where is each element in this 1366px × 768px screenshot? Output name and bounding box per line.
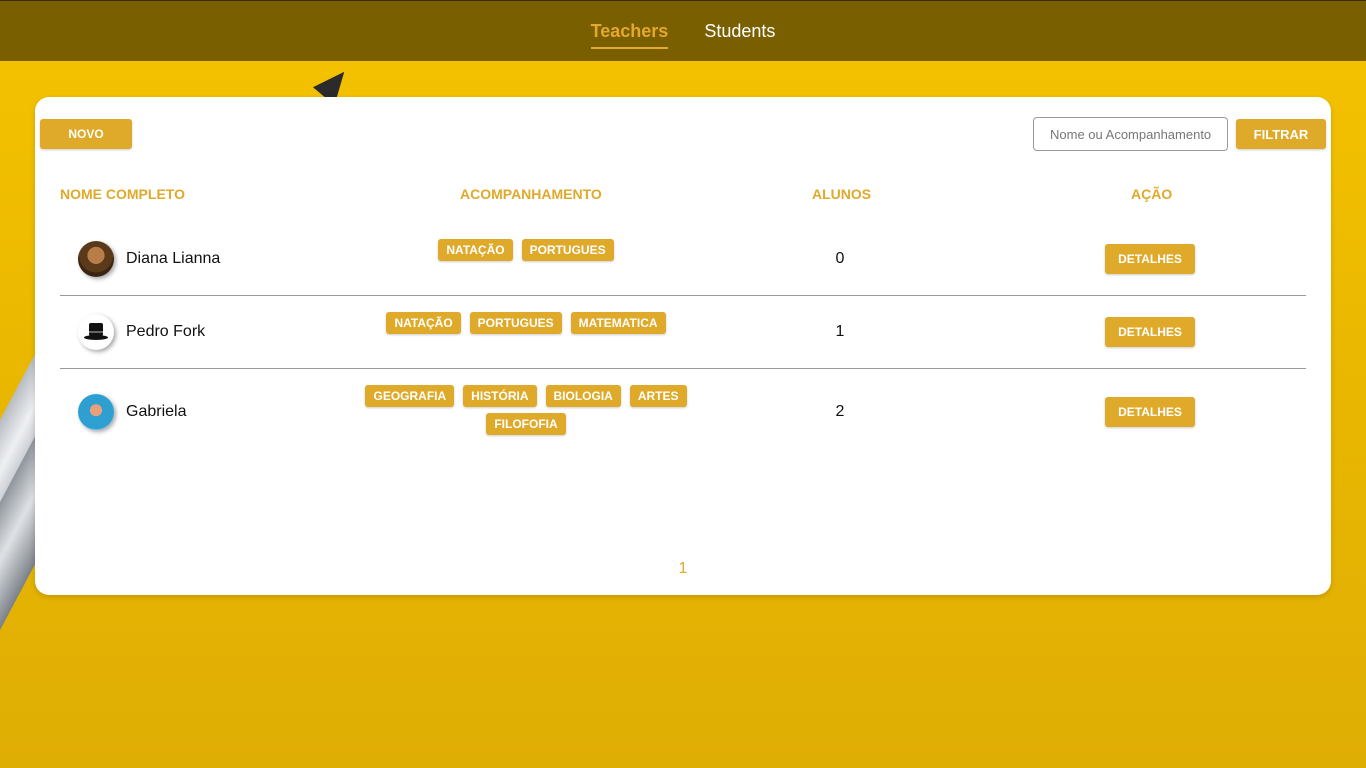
table-row: Pedro Fork NATAÇÃO PORTUGUES MATEMATICA … — [60, 296, 1306, 369]
pagination: 1 — [35, 560, 1331, 578]
subject-tag: MATEMATICA — [570, 312, 666, 334]
table-row: Gabriela GEOGRAFIA HISTÓRIA BIOLOGIA ART… — [60, 369, 1306, 456]
subject-tag: BIOLOGIA — [545, 385, 621, 407]
teacher-name: Gabriela — [126, 403, 187, 420]
filter-input[interactable] — [1033, 117, 1228, 151]
subject-tag: ARTES — [629, 385, 687, 407]
avatar — [78, 241, 114, 277]
student-count: 2 — [835, 403, 845, 420]
teacher-name: Pedro Fork — [126, 323, 206, 340]
subject-tag: PORTUGUES — [521, 239, 614, 261]
teachers-card: NOVO FILTRAR NOME COMPLETO ACOMPANHAMENT… — [35, 97, 1331, 595]
avatar — [78, 314, 114, 350]
header-action: AÇÃO — [1131, 186, 1173, 202]
teacher-name: Diana Lianna — [126, 250, 221, 267]
magic-hat-icon — [84, 323, 108, 341]
details-button[interactable]: DETALHES — [1105, 317, 1195, 347]
subject-tag: HISTÓRIA — [463, 385, 537, 407]
header-students[interactable]: ALUNOS — [812, 186, 871, 202]
header-tracking: ACOMPANHAMENTO — [460, 186, 602, 202]
subject-tag: FILOFOFIA — [486, 413, 566, 435]
student-count: 0 — [835, 250, 845, 267]
details-button[interactable]: DETALHES — [1105, 244, 1195, 274]
nav-students-link[interactable]: Students — [704, 21, 775, 47]
header-full-name[interactable]: NOME COMPLETO — [60, 186, 185, 202]
subject-tag: GEOGRAFIA — [365, 385, 455, 407]
page-link-current[interactable]: 1 — [679, 560, 688, 577]
new-teacher-button[interactable]: NOVO — [40, 119, 132, 149]
top-nav: Teachers Students — [0, 0, 1366, 61]
tag-list: GEOGRAFIA HISTÓRIA BIOLOGIA ARTES FILOFO… — [360, 385, 692, 435]
nav-teachers-link[interactable]: Teachers — [590, 21, 669, 49]
filter-button[interactable]: FILTRAR — [1236, 119, 1326, 149]
tag-list: NATAÇÃO PORTUGUES — [360, 239, 692, 261]
avatar — [78, 394, 114, 430]
table-row: Diana Lianna NATAÇÃO PORTUGUES 0 DETALHE… — [60, 223, 1306, 296]
subject-tag: PORTUGUES — [469, 312, 562, 334]
subject-tag: NATAÇÃO — [438, 239, 513, 261]
details-button[interactable]: DETALHES — [1105, 397, 1195, 427]
subject-tag: NATAÇÃO — [386, 312, 461, 334]
tag-list: NATAÇÃO PORTUGUES MATEMATICA — [360, 312, 692, 334]
student-count: 1 — [835, 323, 845, 340]
